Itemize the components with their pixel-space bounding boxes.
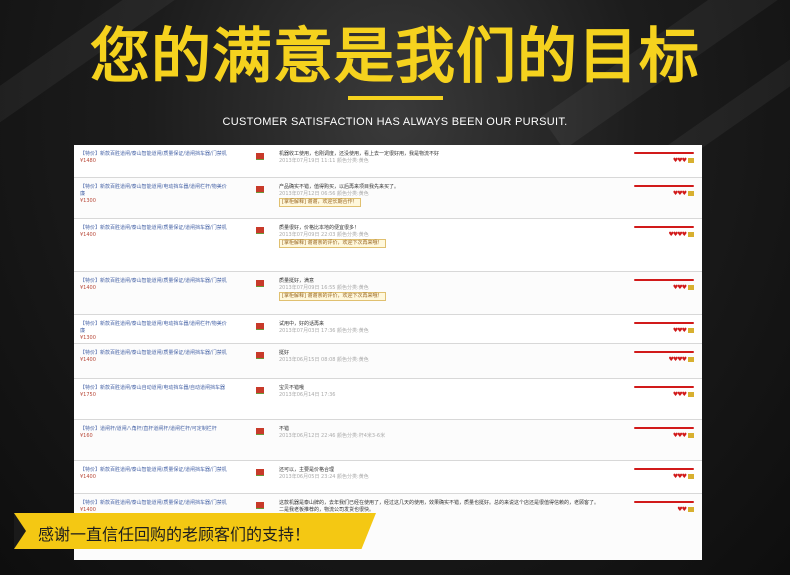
- product-name[interactable]: 【特价】新款百胜道闸/泰山智能道闸/质量保证/道闸挡车器/门禁机 ¥1400: [80, 278, 230, 292]
- rating-flag-icon: [256, 323, 264, 330]
- review-date: 2013年06月12日 22:46 颜色分类:杆4米3-6米: [279, 433, 386, 439]
- reviewer-rank-icon: ♥♥: [677, 507, 694, 513]
- review-comment: 挺好 2013年06月15日 08:08 颜色分类:黄色: [279, 350, 369, 363]
- seller-reply: [掌柜解释] 谢谢亲的评价，欢迎下次再来哦！: [279, 239, 386, 248]
- price: ¥1400: [80, 507, 96, 513]
- reviewer-rank-icon: ♥♥♥: [673, 328, 694, 334]
- review-comment: 还可以，主要是价格合理 2013年06月05日 23:24 颜色分类:黄色: [279, 467, 369, 480]
- reviewer[interactable]: ♥♥♥♥: [624, 351, 694, 365]
- reviewer[interactable]: ♥♥♥: [624, 279, 694, 293]
- title-underline: [348, 96, 443, 100]
- reviewer-name-redacted: [634, 279, 694, 281]
- review-date: 2013年07月12日 06:56 颜色分类:黄色: [279, 191, 369, 197]
- product-name[interactable]: 【特价】新款百胜道闸/泰山智能道闸/电动挡车器/道闸栏杆/物美价廉 ¥1300: [80, 184, 230, 205]
- reviewer-name-redacted: [634, 226, 694, 228]
- product-name[interactable]: 【特价】新款百胜道闸/泰山智能道闸/质量保证/道闸挡车器/门禁机 ¥1400: [80, 225, 230, 239]
- review-comment: 这款机器是泰山牌的，去年我们已经在使用了，经过这几天的使用，效果确实不错，质量也…: [279, 500, 600, 513]
- rating-flag-icon: [256, 502, 264, 509]
- reviewer[interactable]: ♥♥♥: [624, 322, 694, 336]
- price: ¥1400: [80, 357, 96, 363]
- seller-reply: [掌柜解释] 谢谢，欢迎长期合作！: [279, 198, 361, 207]
- reviewer-rank-icon: ♥♥♥♥: [668, 357, 694, 363]
- price: ¥160: [80, 433, 93, 439]
- review-comment: 机器收工使用，也刚调度，还没使用，看上去一定很好用，我是物流不好 2013年07月…: [279, 151, 440, 164]
- review-date: 2013年06月14日 17:36: [279, 392, 336, 398]
- review-row: 【特价】新款百胜道闸/泰山智能道闸/电动挡车器/道闸栏杆/物美价廉 ¥1300 产…: [74, 178, 702, 219]
- page-title: 您的满意是我们的目标: [90, 22, 700, 92]
- reviewer-rank-icon: ♥♥♥♥: [668, 232, 694, 238]
- review-row: 【特价】新款百胜道闸/泰山智能道闸/质量保证/道闸挡车器/门禁机 ¥1400 质量…: [74, 272, 702, 315]
- page-subtitle: CUSTOMER SATISFACTION HAS ALWAYS BEEN OU…: [222, 116, 568, 128]
- price: ¥1400: [80, 285, 96, 291]
- rating-flag-icon: [256, 387, 264, 394]
- reviewer-name-redacted: [634, 468, 694, 470]
- review-date: 2013年06月05日 23:24 颜色分类:黄色: [279, 474, 369, 480]
- rating-flag-icon: [256, 352, 264, 359]
- reviewer[interactable]: ♥♥♥: [624, 152, 694, 166]
- rating-flag-icon: [256, 153, 264, 160]
- rating-flag-icon: [256, 227, 264, 234]
- review-date: 2013年07月03日 17:36 颜色分类:黄色: [279, 328, 369, 334]
- reviewer-name-redacted: [634, 351, 694, 353]
- reviewer-name-redacted: [634, 501, 694, 503]
- reviewer-name-redacted: [634, 386, 694, 388]
- reviewer[interactable]: ♥♥♥: [624, 427, 694, 441]
- rating-flag-icon: [256, 428, 264, 435]
- reviewer-name-redacted: [634, 322, 694, 324]
- product-name[interactable]: 【特价】新款百胜道闸/泰山智能道闸/电动挡车器/道闸栏杆/物美价廉 ¥1300: [80, 321, 230, 342]
- review-comment: 试用中，好的话再来 2013年07月03日 17:36 颜色分类:黄色: [279, 321, 369, 334]
- reviewer-name-redacted: [634, 185, 694, 187]
- thanks-banner: 感谢一直信任回购的老顾客们的支持！: [14, 513, 376, 549]
- price: ¥1400: [80, 474, 96, 480]
- review-row: 【特价】新款百胜道闸/泰山智能道闸/质量保证/道闸挡车器/门禁机 ¥1400 质量…: [74, 219, 702, 272]
- product-name[interactable]: 【特价】新款百胜道闸/泰山智能道闸/质量保证/道闸挡车器/门禁机 ¥1400: [80, 350, 230, 364]
- reviewer-rank-icon: ♥♥♥: [673, 433, 694, 439]
- reviewer[interactable]: ♥♥♥: [624, 185, 694, 199]
- reviewer-name-redacted: [634, 152, 694, 154]
- reviewer[interactable]: ♥♥: [624, 501, 694, 515]
- rating-flag-icon: [256, 469, 264, 476]
- review-date: 2013年06月15日 08:08 颜色分类:黄色: [279, 357, 369, 363]
- review-screenshot-panel: 【特价】新款百胜道闸/泰山智能道闸/质量保证/道闸挡车器/门禁机 ¥1480 机器…: [74, 145, 702, 560]
- review-date: 2013年07月09日 22:03 颜色分类:黄色: [279, 232, 369, 238]
- rating-flag-icon: [256, 280, 264, 287]
- product-name[interactable]: 【特价】新款百胜道闸/泰山智能道闸/质量保证/道闸挡车器/门禁机 ¥1400: [80, 467, 230, 481]
- product-name[interactable]: 【特价】道闸杆/道闸八角杆/直杆道闸杆/道闸栏杆/可定制栏杆 ¥160: [80, 426, 230, 440]
- review-date: 2013年07月19日 11:11 颜色分类:黄色: [279, 158, 369, 164]
- price: ¥1400: [80, 232, 96, 238]
- review-comment: 质量很好，价格比本地的便宜很多！ 2013年07月09日 22:03 颜色分类:黄…: [279, 225, 599, 248]
- price: ¥1480: [80, 158, 96, 164]
- seller-reply: [掌柜解释] 谢谢亲的评价，欢迎下次再来哦！: [279, 292, 386, 301]
- review-row: 【特价】道闸杆/道闸八角杆/直杆道闸杆/道闸栏杆/可定制栏杆 ¥160 不错 201…: [74, 420, 702, 461]
- review-row: 【特价】新款百胜道闸/泰山智能道闸/质量保证/道闸挡车器/门禁机 ¥1400 挺好…: [74, 344, 702, 379]
- review-comment: 不错 2013年06月12日 22:46 颜色分类:杆4米3-6米: [279, 426, 386, 439]
- rating-flag-icon: [256, 186, 264, 193]
- product-name[interactable]: 【特价】新款百胜道闸/泰山智能道闸/质量保证/道闸挡车器/门禁机 ¥1400: [80, 500, 230, 514]
- reviewer[interactable]: ♥♥♥♥: [624, 226, 694, 240]
- price: ¥1300: [80, 198, 96, 204]
- review-row: 【特价】新款百胜道闸/泰山智能道闸/质量保证/道闸挡车器/门禁机 ¥1480 机器…: [74, 145, 702, 178]
- review-row: 【特价】新款百胜道闸/泰山智能道闸/电动挡车器/道闸栏杆/物美价廉 ¥1300 试…: [74, 315, 702, 344]
- price: ¥1750: [80, 392, 96, 398]
- reviewer-rank-icon: ♥♥♥: [673, 191, 694, 197]
- product-name[interactable]: 【特价】新款百胜道闸/泰山智能道闸/质量保证/道闸挡车器/门禁机 ¥1480: [80, 151, 230, 165]
- price: ¥1300: [80, 335, 96, 341]
- review-comment: 宝贝不错哦 2013年06月14日 17:36: [279, 385, 336, 398]
- reviewer-rank-icon: ♥♥♥: [673, 392, 694, 398]
- reviewer-rank-icon: ♥♥♥: [673, 285, 694, 291]
- review-row: 【特价】新款百胜道闸/泰山智能道闸/质量保证/道闸挡车器/门禁机 ¥1400 还可…: [74, 461, 702, 494]
- reviewer-name-redacted: [634, 427, 694, 429]
- reviewer-rank-icon: ♥♥♥: [673, 158, 694, 164]
- review-comment: 质量挺好，满意 2013年07月09日 16:55 颜色分类:黄色 [掌柜解释] 谢…: [279, 278, 599, 301]
- review-row: 【特价】新款百胜道闸/泰山自动道闸/电动挡车器/自动道闸挡车器 ¥1750 宝贝不…: [74, 379, 702, 420]
- thanks-banner-text: 感谢一直信任回购的老顾客们的支持！: [38, 525, 311, 544]
- reviewer[interactable]: ♥♥♥: [624, 386, 694, 400]
- review-comment: 产品确实不错，值得购买，以后再来项目我先来买了。 2013年07月12日 06:5…: [279, 184, 400, 207]
- product-name[interactable]: 【特价】新款百胜道闸/泰山自动道闸/电动挡车器/自动道闸挡车器 ¥1750: [80, 385, 230, 399]
- reviewer[interactable]: ♥♥♥: [624, 468, 694, 482]
- review-date: 2013年07月09日 16:55 颜色分类:黄色: [279, 285, 369, 291]
- reviewer-rank-icon: ♥♥♥: [673, 474, 694, 480]
